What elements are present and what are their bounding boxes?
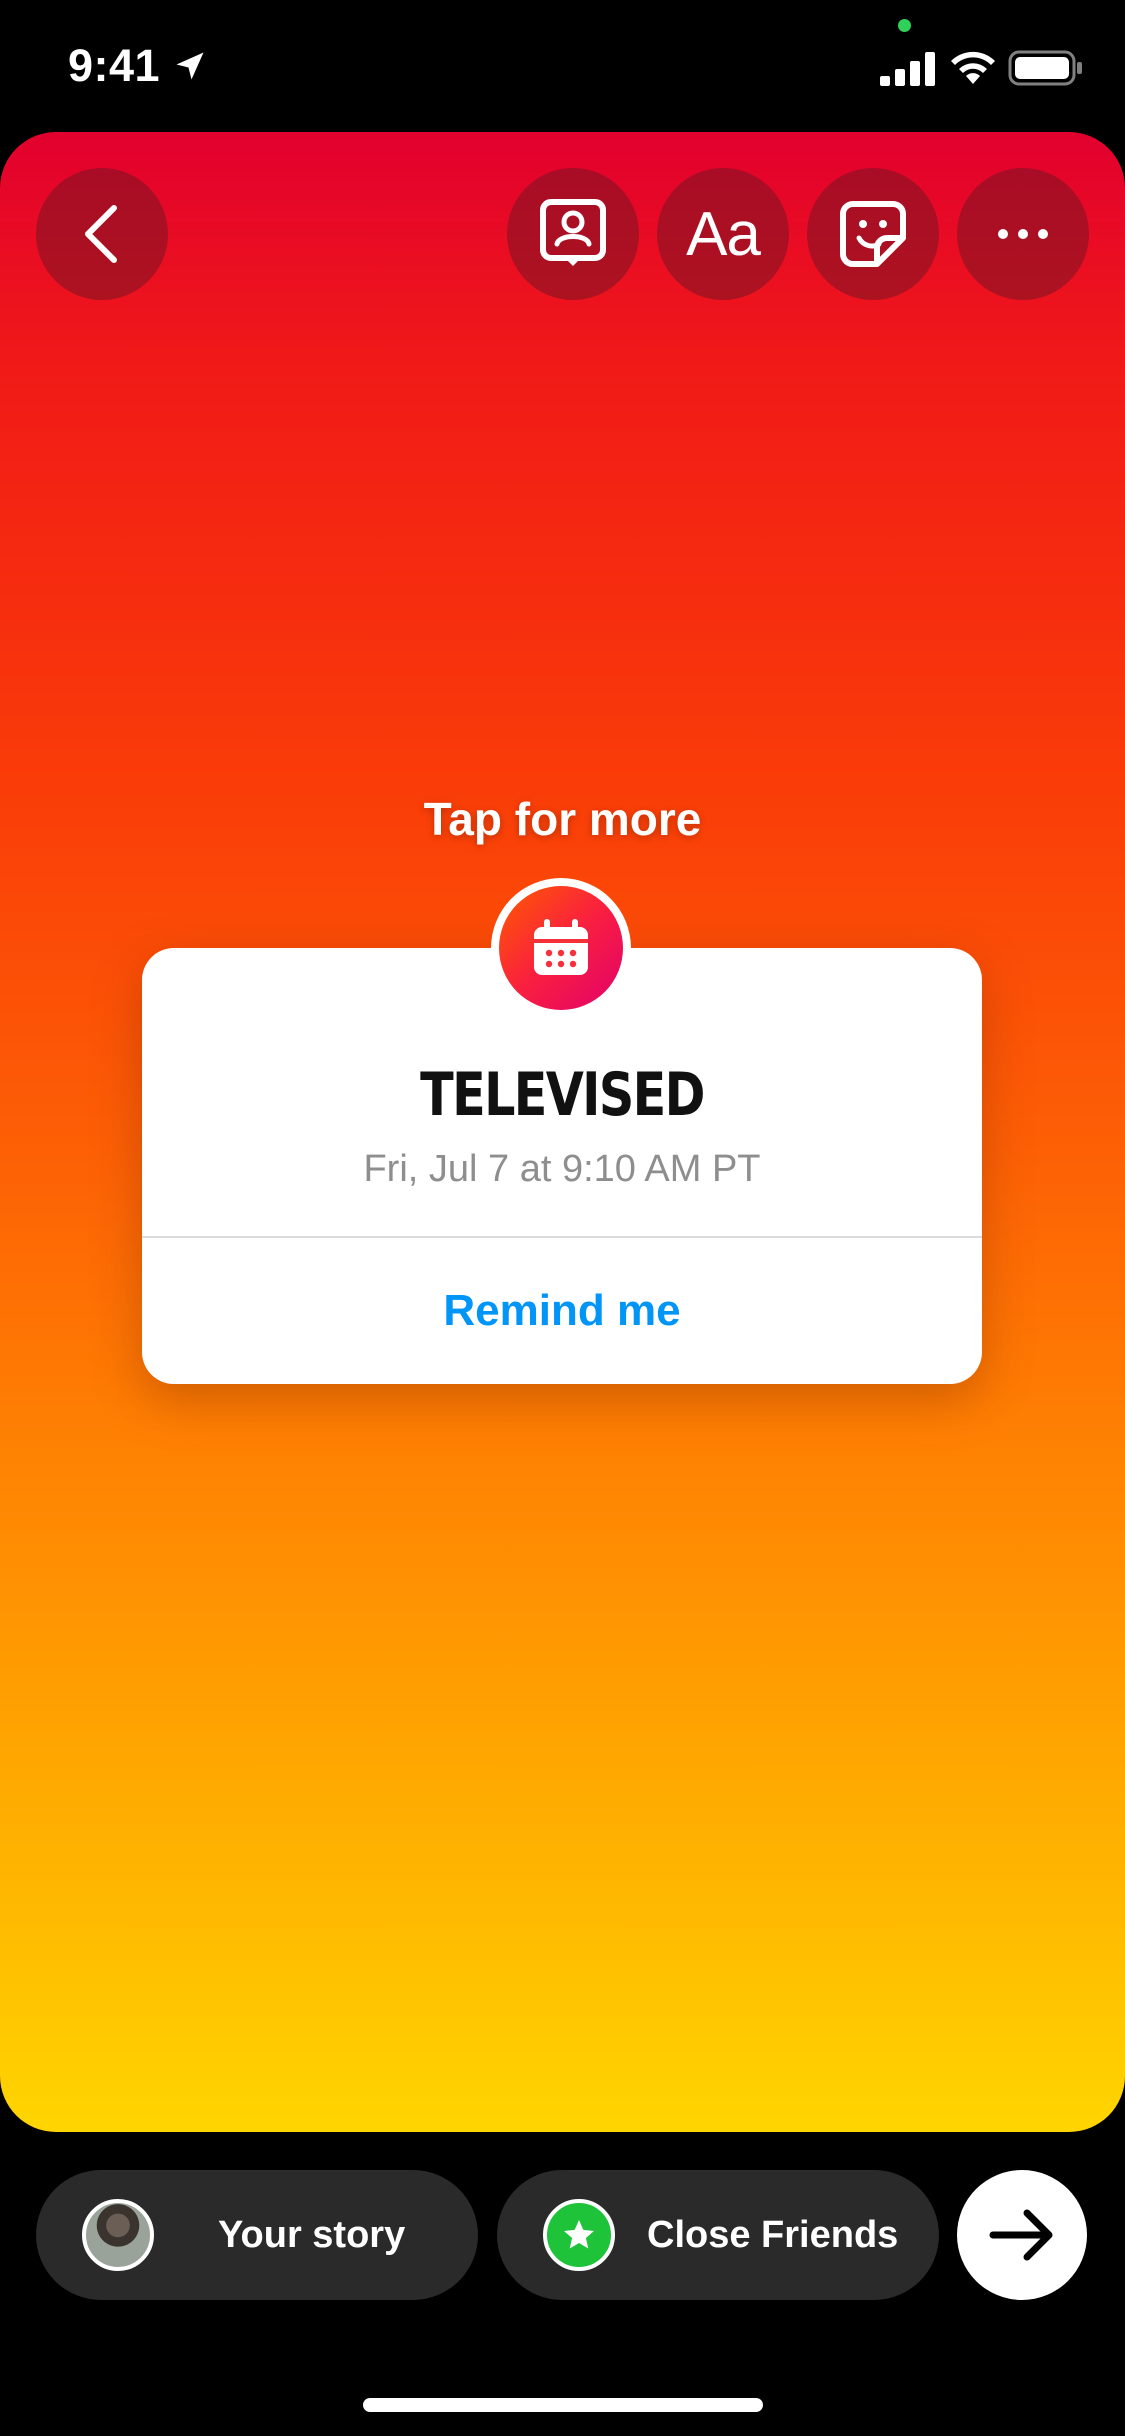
story-canvas[interactable]: Aa Tap for more TELEVISED Fri, Jul 7 at … xyxy=(0,132,1125,2132)
sticker-button[interactable] xyxy=(807,168,939,300)
chevron-left-icon xyxy=(85,205,117,263)
back-button[interactable] xyxy=(36,168,168,300)
event-icon-badge xyxy=(491,878,631,1018)
close-friends-button[interactable]: Close Friends xyxy=(497,2170,939,2300)
tap-for-more-hint: Tap for more xyxy=(423,793,702,845)
event-title: TELEVISED xyxy=(420,1060,705,1130)
next-button[interactable] xyxy=(957,2170,1087,2300)
battery-icon xyxy=(1008,50,1082,86)
text-tool-label: Aa xyxy=(686,199,761,269)
story-editor-screen: 9:41 Aa Tap for more TELEVISED Fri, Jul … xyxy=(0,0,1125,2436)
close-friends-label: Close Friends xyxy=(647,2214,899,2256)
cellular-signal-icon xyxy=(880,52,935,86)
text-tool-button[interactable]: Aa xyxy=(657,168,789,300)
location-arrow-icon xyxy=(176,52,204,80)
home-indicator[interactable] xyxy=(363,2398,763,2412)
mic-indicator-dot xyxy=(898,19,911,32)
mention-icon xyxy=(540,199,606,266)
more-icon xyxy=(998,229,1048,239)
event-date: Fri, Jul 7 at 9:10 AM PT xyxy=(363,1148,761,1190)
arrow-right-icon xyxy=(989,2209,1053,2261)
mention-button[interactable] xyxy=(507,168,639,300)
your-story-label: Your story xyxy=(218,2214,406,2256)
avatar xyxy=(82,2199,154,2271)
close-friends-star-icon xyxy=(543,2199,615,2271)
status-time: 9:41 xyxy=(68,40,161,91)
your-story-button[interactable]: Your story xyxy=(36,2170,478,2300)
status-bar: 9:41 xyxy=(0,0,1125,132)
wifi-icon xyxy=(951,51,995,84)
calendar-icon xyxy=(534,919,588,975)
sticker-icon xyxy=(840,201,906,267)
more-options-button[interactable] xyxy=(957,168,1089,300)
remind-me-button[interactable]: Remind me xyxy=(142,1238,982,1384)
